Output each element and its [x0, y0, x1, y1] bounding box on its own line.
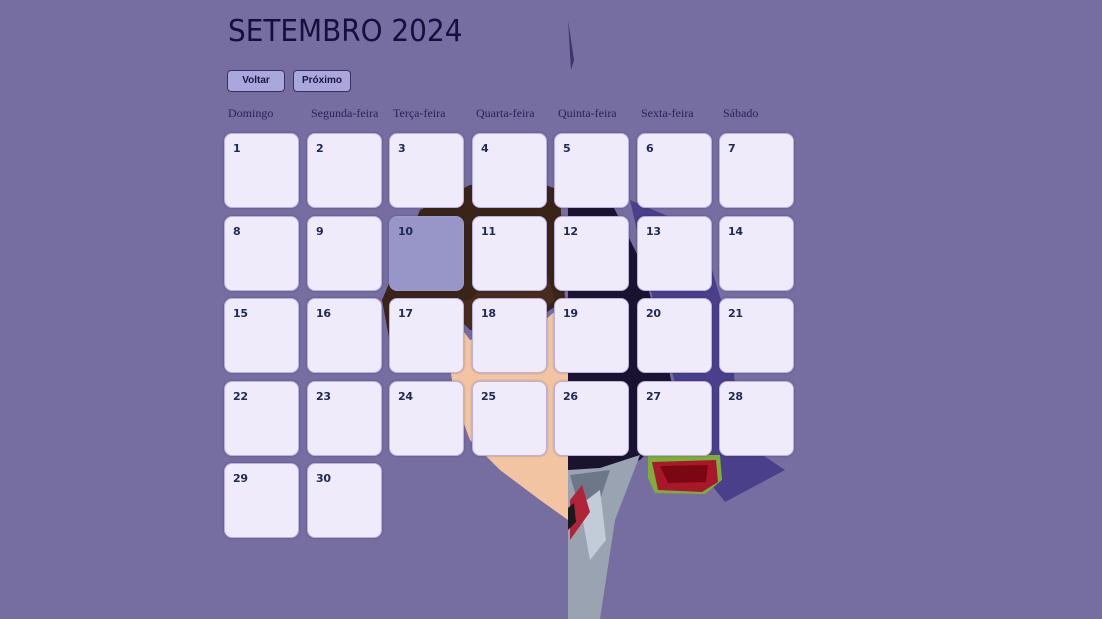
day-cell[interactable]: 20 — [637, 298, 712, 373]
day-cell[interactable]: 8 — [224, 216, 299, 291]
day-cell[interactable]: 22 — [224, 381, 299, 456]
weekday-tuesday: Terça-feira — [393, 106, 446, 120]
day-cell[interactable]: 24 — [389, 381, 464, 456]
day-cell[interactable]: 7 — [719, 133, 794, 208]
day-number: 1 — [233, 142, 241, 155]
day-number: 29 — [233, 472, 248, 485]
day-cell[interactable]: 17 — [389, 298, 464, 373]
day-cell[interactable]: 16 — [307, 298, 382, 373]
day-cell[interactable]: 6 — [637, 133, 712, 208]
day-cell[interactable]: 2 — [307, 133, 382, 208]
day-number: 6 — [646, 142, 654, 155]
day-number: 13 — [646, 225, 661, 238]
back-button[interactable]: Voltar — [227, 70, 285, 92]
day-cell[interactable]: 29 — [224, 463, 299, 538]
day-cell[interactable]: 18 — [472, 298, 547, 373]
weekday-sunday: Domingo — [228, 106, 274, 120]
day-cell[interactable]: 28 — [719, 381, 794, 456]
day-number: 3 — [398, 142, 406, 155]
day-cell[interactable]: 5 — [554, 133, 629, 208]
weekday-monday: Segunda-feira — [311, 106, 379, 120]
day-cell[interactable]: 9 — [307, 216, 382, 291]
day-cell[interactable]: 3 — [389, 133, 464, 208]
page-title: SETEMBRO 2024 — [228, 14, 463, 49]
day-number: 18 — [481, 307, 496, 320]
day-cell[interactable]: 25 — [472, 381, 547, 456]
day-number: 17 — [398, 307, 413, 320]
day-number: 10 — [398, 225, 413, 238]
day-number: 8 — [233, 225, 241, 238]
day-number: 19 — [563, 307, 578, 320]
day-cell[interactable]: 23 — [307, 381, 382, 456]
weekday-saturday: Sábado — [723, 106, 759, 120]
day-number: 30 — [316, 472, 331, 485]
day-number: 28 — [728, 390, 743, 403]
day-number: 14 — [728, 225, 743, 238]
day-number: 21 — [728, 307, 743, 320]
day-cell[interactable]: 12 — [554, 216, 629, 291]
day-cell[interactable]: 19 — [554, 298, 629, 373]
day-cell[interactable]: 13 — [637, 216, 712, 291]
day-number: 16 — [316, 307, 331, 320]
day-number: 15 — [233, 307, 248, 320]
day-cell[interactable]: 30 — [307, 463, 382, 538]
day-number: 11 — [481, 225, 496, 238]
day-number: 26 — [563, 390, 578, 403]
day-cell[interactable]: 1 — [224, 133, 299, 208]
day-cell[interactable]: 27 — [637, 381, 712, 456]
day-number: 22 — [233, 390, 248, 403]
day-number: 25 — [481, 390, 496, 403]
day-number: 24 — [398, 390, 413, 403]
day-number: 27 — [646, 390, 661, 403]
weekday-wednesday: Quarta-feira — [476, 106, 535, 120]
day-cell[interactable]: 21 — [719, 298, 794, 373]
day-cell[interactable]: 14 — [719, 216, 794, 291]
day-number: 5 — [563, 142, 571, 155]
day-number: 2 — [316, 142, 324, 155]
day-number: 20 — [646, 307, 661, 320]
day-cell-highlighted[interactable]: 10 — [389, 216, 464, 291]
day-cell[interactable]: 15 — [224, 298, 299, 373]
day-cell[interactable]: 4 — [472, 133, 547, 208]
day-cell[interactable]: 26 — [554, 381, 629, 456]
calendar-app: SETEMBRO 2024 Voltar Próximo Domingo Seg… — [0, 0, 1102, 619]
day-number: 7 — [728, 142, 736, 155]
weekday-thursday: Quinta-feira — [558, 106, 617, 120]
day-number: 12 — [563, 225, 578, 238]
day-cell[interactable]: 11 — [472, 216, 547, 291]
day-number: 23 — [316, 390, 331, 403]
next-button[interactable]: Próximo — [293, 70, 351, 92]
day-number: 9 — [316, 225, 324, 238]
weekday-friday: Sexta-feira — [641, 106, 694, 120]
day-number: 4 — [481, 142, 489, 155]
